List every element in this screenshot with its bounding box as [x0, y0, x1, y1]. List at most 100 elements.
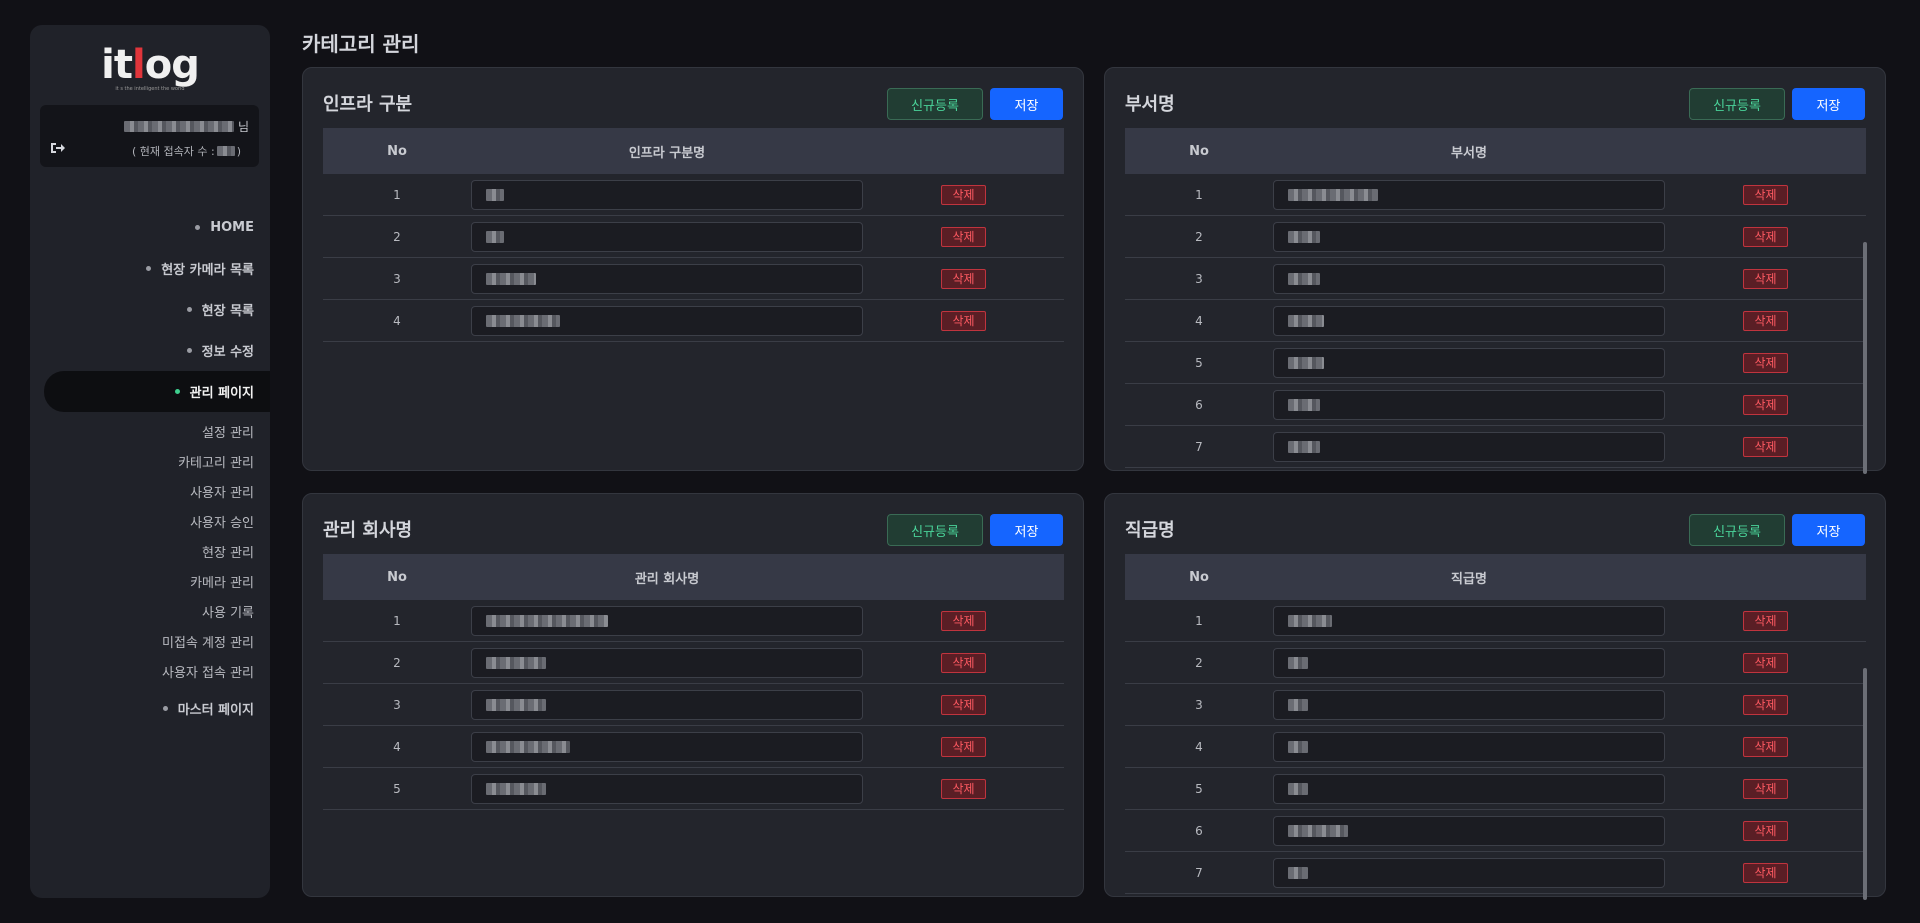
name-input[interactable] [1273, 431, 1665, 462]
delete-button[interactable]: 삭제 [941, 736, 986, 757]
name-input[interactable] [471, 647, 863, 678]
name-input[interactable] [471, 179, 863, 210]
column-header-no: No [1189, 143, 1209, 159]
redacted-value [1288, 824, 1348, 837]
delete-button[interactable]: 삭제 [941, 694, 986, 715]
name-input[interactable] [1273, 263, 1665, 294]
name-input[interactable] [1273, 731, 1665, 762]
nav-label: HOME [210, 220, 254, 235]
name-input[interactable] [471, 263, 863, 294]
name-input[interactable] [471, 731, 863, 762]
nav-home[interactable]: HOME [30, 207, 270, 248]
delete-button[interactable]: 삭제 [1743, 184, 1788, 205]
name-input[interactable] [1273, 347, 1665, 378]
name-input[interactable] [1273, 605, 1665, 636]
table-body: 1 삭제 2 삭제 3 삭제 4 삭제 5 삭제 6 삭제 7 삭제 [1125, 600, 1866, 922]
name-input[interactable] [1273, 857, 1665, 888]
table-row: 5 삭제 [1125, 768, 1866, 810]
name-input[interactable] [1273, 305, 1665, 336]
nav-label: 마스터 페이지 [177, 703, 254, 718]
scrollbar[interactable] [1863, 242, 1867, 474]
table-header: No 관리 회사명 [323, 554, 1064, 600]
name-input[interactable] [471, 605, 863, 636]
delete-button[interactable]: 삭제 [1743, 862, 1788, 883]
delete-button[interactable]: 삭제 [1743, 610, 1788, 631]
delete-button[interactable]: 삭제 [941, 610, 986, 631]
name-input[interactable] [471, 689, 863, 720]
new-register-button[interactable]: 신규등록 [887, 88, 983, 120]
delete-button[interactable]: 삭제 [941, 652, 986, 673]
save-button[interactable]: 저장 [990, 88, 1063, 120]
column-header-name: 인프라 구분명 [628, 145, 706, 161]
delete-button[interactable]: 삭제 [1743, 352, 1788, 373]
delete-button[interactable]: 삭제 [1743, 394, 1788, 415]
nav-site-list[interactable]: 현장 목록 [30, 289, 270, 330]
delete-button[interactable]: 삭제 [1743, 652, 1788, 673]
nav-site-camera-list[interactable]: 현장 카메라 목록 [30, 248, 270, 289]
conn-label: ( 현재 접속자 수 : [131, 145, 215, 158]
save-button[interactable]: 저장 [1792, 514, 1865, 546]
redacted-value [486, 740, 570, 753]
save-button[interactable]: 저장 [990, 514, 1063, 546]
delete-button[interactable]: 삭제 [941, 268, 986, 289]
sub-nav-users[interactable]: 사용자 관리 [30, 476, 270, 506]
panel-rank: 직급명 신규등록 저장 No 직급명 1 삭제 2 삭제 3 삭제 4 삭제 5 삭제 6 삭제 7 삭제 [1104, 493, 1886, 900]
sub-nav-usage-log[interactable]: 사용 기록 [30, 596, 270, 626]
logo[interactable]: itlog it s the intelligent the world [30, 45, 270, 92]
name-input[interactable] [1273, 179, 1665, 210]
row-number: 2 [1195, 655, 1203, 670]
delete-button[interactable]: 삭제 [1743, 226, 1788, 247]
nav-label: 현장 카메라 목록 [161, 263, 254, 278]
delete-button[interactable]: 삭제 [1743, 436, 1788, 457]
user-name-redacted [123, 121, 234, 132]
name-input[interactable] [1273, 221, 1665, 252]
new-register-button[interactable]: 신규등록 [887, 514, 983, 546]
panel-company: 관리 회사명 신규등록 저장 No 관리 회사명 1 삭제 2 삭제 3 삭제 4 삭제 5 삭제 [302, 493, 1084, 897]
nav-master-page[interactable]: 마스터 페이지 [30, 688, 270, 729]
row-number: 7 [1195, 439, 1203, 454]
scrollbar[interactable] [1863, 668, 1867, 900]
nav-edit-info[interactable]: 정보 수정 [30, 330, 270, 371]
table-row: 4 삭제 [1125, 726, 1866, 768]
new-register-button[interactable]: 신규등록 [1689, 88, 1785, 120]
nav-admin-page[interactable]: 관리 페이지 [44, 371, 270, 412]
delete-button[interactable]: 삭제 [941, 226, 986, 247]
delete-button[interactable]: 삭제 [1743, 778, 1788, 799]
sub-nav-settings[interactable]: 설정 관리 [30, 416, 270, 446]
name-input[interactable] [1273, 689, 1665, 720]
name-input[interactable] [471, 305, 863, 336]
name-input[interactable] [471, 221, 863, 252]
redacted-value [1288, 698, 1308, 711]
delete-button[interactable]: 삭제 [1743, 268, 1788, 289]
sub-nav-sites[interactable]: 현장 관리 [30, 536, 270, 566]
name-input[interactable] [1273, 773, 1665, 804]
delete-button[interactable]: 삭제 [941, 184, 986, 205]
name-input[interactable] [1273, 647, 1665, 678]
name-input[interactable] [1273, 815, 1665, 846]
sub-nav-category[interactable]: 카테고리 관리 [30, 446, 270, 476]
table-row: 5 삭제 [1125, 342, 1866, 384]
redacted-value [486, 782, 546, 795]
sub-nav-user-approval[interactable]: 사용자 승인 [30, 506, 270, 536]
delete-button[interactable]: 삭제 [1743, 820, 1788, 841]
sub-nav-cameras[interactable]: 카메라 관리 [30, 566, 270, 596]
redacted-value [1288, 272, 1320, 285]
sub-nav-inactive-accounts[interactable]: 미접속 계정 관리 [30, 626, 270, 656]
row-number: 3 [1195, 271, 1203, 286]
delete-button[interactable]: 삭제 [941, 778, 986, 799]
name-input[interactable] [471, 773, 863, 804]
save-button[interactable]: 저장 [1792, 88, 1865, 120]
delete-button[interactable]: 삭제 [1743, 736, 1788, 757]
new-register-button[interactable]: 신규등록 [1689, 514, 1785, 546]
row-number: 5 [393, 781, 401, 796]
row-number: 1 [393, 613, 401, 628]
delete-button[interactable]: 삭제 [1743, 310, 1788, 331]
delete-button[interactable]: 삭제 [1743, 694, 1788, 715]
table-row: 7 삭제 [1125, 852, 1866, 894]
logout-icon[interactable] [50, 141, 66, 155]
sub-nav-user-access[interactable]: 사용자 접속 관리 [30, 656, 270, 686]
redacted-value [1288, 614, 1332, 627]
delete-button[interactable]: 삭제 [941, 310, 986, 331]
user-name: 님 [123, 118, 249, 135]
name-input[interactable] [1273, 389, 1665, 420]
